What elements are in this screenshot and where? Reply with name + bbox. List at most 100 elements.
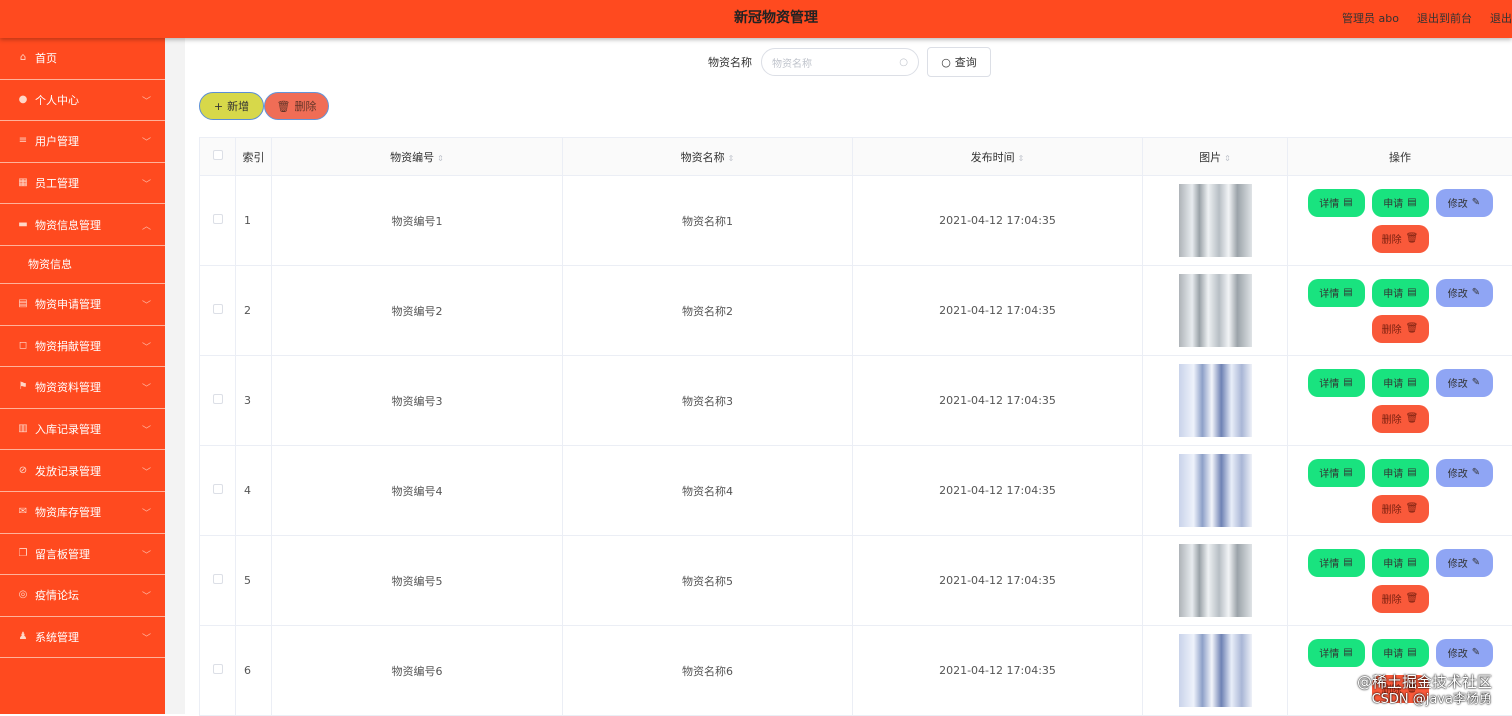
detail-button[interactable]: 详情 ▤	[1308, 189, 1365, 217]
doc-icon: ▤	[1343, 197, 1352, 208]
row-delete-button[interactable]: 删除🗑	[1372, 315, 1429, 343]
search-input[interactable]: 物资名称 ○	[761, 48, 919, 76]
vial-image[interactable]	[1179, 454, 1252, 527]
trash-icon: 🗑	[277, 100, 291, 113]
sidebar-item-11[interactable]: ❐留言板管理﹀	[0, 534, 165, 576]
edit-button[interactable]: 修改✎	[1436, 189, 1493, 217]
cell-index: 5	[236, 536, 272, 626]
sidebar-item-1[interactable]: ●个人中心﹀	[0, 80, 165, 122]
apply-button[interactable]: 申请▤	[1372, 549, 1429, 577]
sidebar-item-12[interactable]: ◎疫情论坛﹀	[0, 575, 165, 617]
detail-button[interactable]: 详情▤	[1308, 279, 1365, 307]
exit-front-link[interactable]: 退出到前台	[1417, 10, 1472, 26]
sort-icon[interactable]: ⇕	[437, 154, 444, 163]
row-select-cell	[200, 536, 236, 626]
apply-button[interactable]: 申请▤	[1372, 639, 1429, 667]
vial-image[interactable]	[1179, 634, 1252, 707]
edit-button[interactable]: 修改✎	[1436, 549, 1493, 577]
trash-icon: 🗑	[1406, 503, 1419, 514]
vial-image[interactable]	[1179, 364, 1252, 437]
sidebar-item-label: 首页	[35, 50, 57, 66]
add-button[interactable]: + 新增	[199, 92, 264, 120]
sidebar-item-4[interactable]: ▬ 物资信息管理 ︿	[0, 204, 165, 246]
apply-button[interactable]: 申请 ▤	[1372, 369, 1429, 397]
row-delete-button[interactable]: 删除🗑	[1372, 405, 1429, 433]
cell-name: 物资名称2	[563, 266, 853, 356]
magnifier-icon: ○	[941, 56, 951, 69]
sidebar-item-label: 物资申请管理	[35, 296, 101, 312]
sort-icon[interactable]: ⇕	[1224, 154, 1231, 163]
sidebar-item-13[interactable]: ♟系统管理﹀	[0, 617, 165, 659]
batch-delete-button[interactable]: 🗑 删除	[264, 92, 329, 120]
vial-image[interactable]	[1179, 274, 1252, 347]
sidebar-item-9[interactable]: ⊘发放记录管理﹀	[0, 450, 165, 492]
detail-button[interactable]: 详情▤	[1308, 549, 1365, 577]
row-actions: 详情▤申请▤修改✎删除🗑	[1305, 549, 1495, 613]
apply-button[interactable]: 申请▤	[1372, 279, 1429, 307]
vial-image[interactable]	[1179, 544, 1252, 617]
edit-label: 修改	[1448, 375, 1468, 390]
sort-icon[interactable]: ⇕	[1018, 154, 1025, 163]
edit-button[interactable]: 修改✎	[1436, 369, 1493, 397]
delete-button-label: 删除	[294, 98, 316, 114]
chat-icon: ▬	[17, 220, 29, 230]
doc-icon: ▤	[1343, 647, 1352, 658]
user-icon: ●	[17, 95, 29, 105]
detail-label: 详情	[1319, 195, 1339, 210]
row-delete-button[interactable]: 删除🗑	[1372, 495, 1429, 523]
edit-button[interactable]: 修改✎	[1436, 639, 1493, 667]
row-checkbox[interactable]	[213, 484, 223, 494]
header-name[interactable]: 物资名称⇕	[563, 138, 853, 176]
trash-icon: 🗑	[1406, 593, 1419, 604]
sidebar-item-3[interactable]: ▦员工管理﹀	[0, 163, 165, 205]
sidebar-item-5[interactable]: ▤物资申请管理﹀	[0, 284, 165, 326]
sidebar-item-2[interactable]: ≡用户管理﹀	[0, 121, 165, 163]
sidebar-item-10[interactable]: ✉物资库存管理﹀	[0, 492, 165, 534]
table-header-row: 索引 物资编号⇕ 物资名称⇕ 发布时间⇕ 图片⇕ 操作	[200, 138, 1512, 176]
vial-image[interactable]	[1179, 184, 1252, 257]
chart-icon: ▥	[17, 424, 29, 434]
cell-name: 物资名称5	[563, 536, 853, 626]
sidebar-subitem[interactable]: 物资信息	[0, 246, 165, 284]
sidebar-item-8[interactable]: ▥入库记录管理﹀	[0, 409, 165, 451]
row-delete-button[interactable]: 删除🗑	[1372, 225, 1429, 253]
row-checkbox[interactable]	[213, 304, 223, 314]
row-checkbox[interactable]	[213, 394, 223, 404]
chevron-down-icon: ﹀	[142, 589, 151, 602]
edit-button[interactable]: 修改✎	[1436, 459, 1493, 487]
header-code[interactable]: 物资编号⇕	[272, 138, 563, 176]
chevron-up-icon: ︿	[142, 219, 151, 232]
sidebar-item-6[interactable]: ◻物资捐献管理﹀	[0, 326, 165, 368]
row-checkbox[interactable]	[213, 214, 223, 224]
doc-icon: ▤	[1407, 647, 1416, 658]
row-checkbox[interactable]	[213, 574, 223, 584]
row-checkbox[interactable]	[213, 664, 223, 674]
cell-image	[1143, 446, 1288, 536]
apply-label: 申请	[1383, 285, 1403, 300]
query-button[interactable]: ○ 查询	[927, 47, 991, 77]
detail-button[interactable]: 详情▤	[1308, 459, 1365, 487]
header-image[interactable]: 图片⇕	[1143, 138, 1288, 176]
apply-button[interactable]: 申请▤	[1372, 189, 1429, 217]
doc-icon: ▤	[1343, 287, 1352, 298]
flag-icon: ⚑	[17, 382, 29, 392]
apply-button[interactable]: 申请▤	[1372, 459, 1429, 487]
sidebar-item-label: 物资信息管理	[35, 217, 101, 233]
sidebar-item-label: 用户管理	[35, 133, 79, 149]
row-delete-button[interactable]: 删除🗑	[1372, 585, 1429, 613]
sort-icon[interactable]: ⇕	[728, 154, 735, 163]
apply-label: 申请	[1383, 375, 1403, 390]
pencil-icon: ✎	[1472, 197, 1480, 208]
logout-link[interactable]: 退出登录	[1490, 10, 1512, 26]
sidebar: ⌂首页●个人中心﹀≡用户管理﹀▦员工管理﹀ ▬ 物资信息管理 ︿ 物资信息▤物资申请管理…	[0, 38, 165, 714]
delete-label: 删除	[1382, 321, 1402, 336]
sidebar-item-7[interactable]: ⚑物资资料管理﹀	[0, 367, 165, 409]
header-time[interactable]: 发布时间⇕	[853, 138, 1143, 176]
detail-button[interactable]: 详情▤	[1308, 639, 1365, 667]
doc-icon: ▤	[1407, 377, 1416, 388]
row-select-cell	[200, 176, 236, 266]
sidebar-item-0[interactable]: ⌂首页	[0, 38, 165, 80]
edit-button[interactable]: 修改✎	[1436, 279, 1493, 307]
select-all-checkbox[interactable]	[213, 150, 223, 160]
detail-button[interactable]: 详情▤	[1308, 369, 1365, 397]
